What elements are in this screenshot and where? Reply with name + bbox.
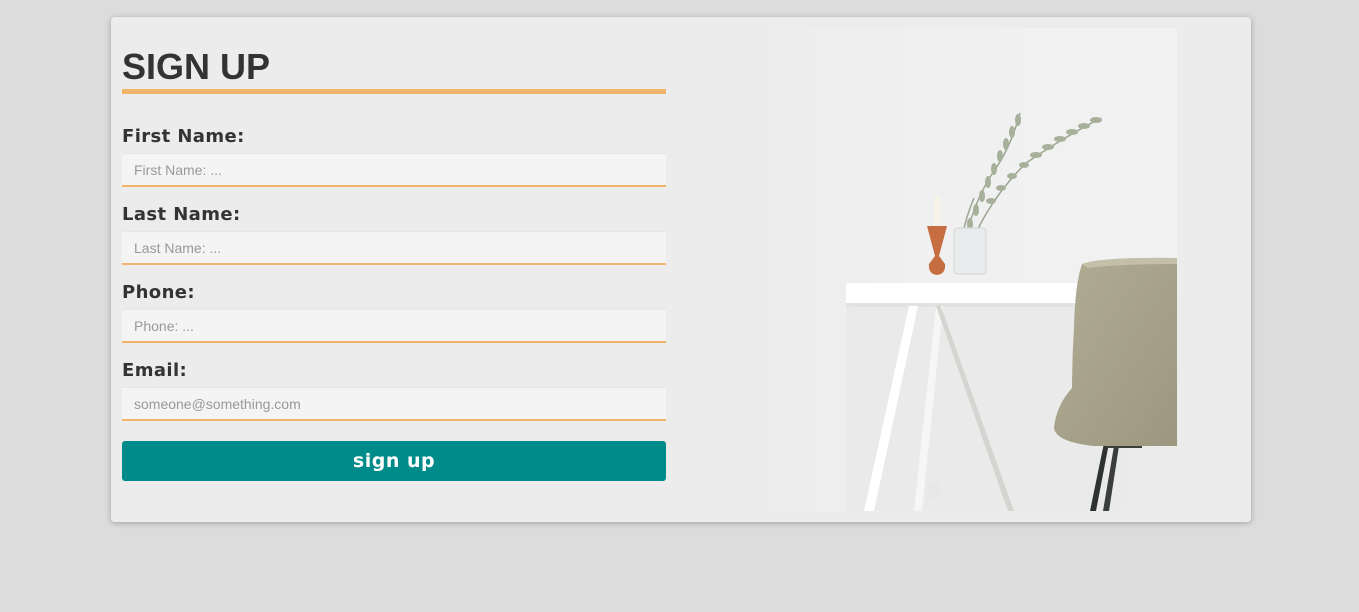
last-name-label: Last Name:: [122, 204, 241, 225]
title-underline: [122, 89, 666, 94]
signup-card: SIGN UP First Name: Last Name: Phone: Em…: [111, 17, 1251, 522]
first-name-label: First Name:: [122, 126, 245, 147]
phone-label: Phone:: [122, 282, 195, 303]
first-name-input[interactable]: [122, 153, 666, 187]
email-input[interactable]: [122, 387, 666, 421]
last-name-input[interactable]: [122, 231, 666, 265]
page-title: SIGN UP: [122, 46, 271, 87]
sign-up-button[interactable]: sign up: [122, 441, 666, 481]
signup-form: SIGN UP First Name: Last Name: Phone: Em…: [122, 17, 666, 481]
phone-input[interactable]: [122, 309, 666, 343]
email-label: Email:: [122, 360, 188, 381]
desk-chair-photo: [696, 28, 1177, 511]
